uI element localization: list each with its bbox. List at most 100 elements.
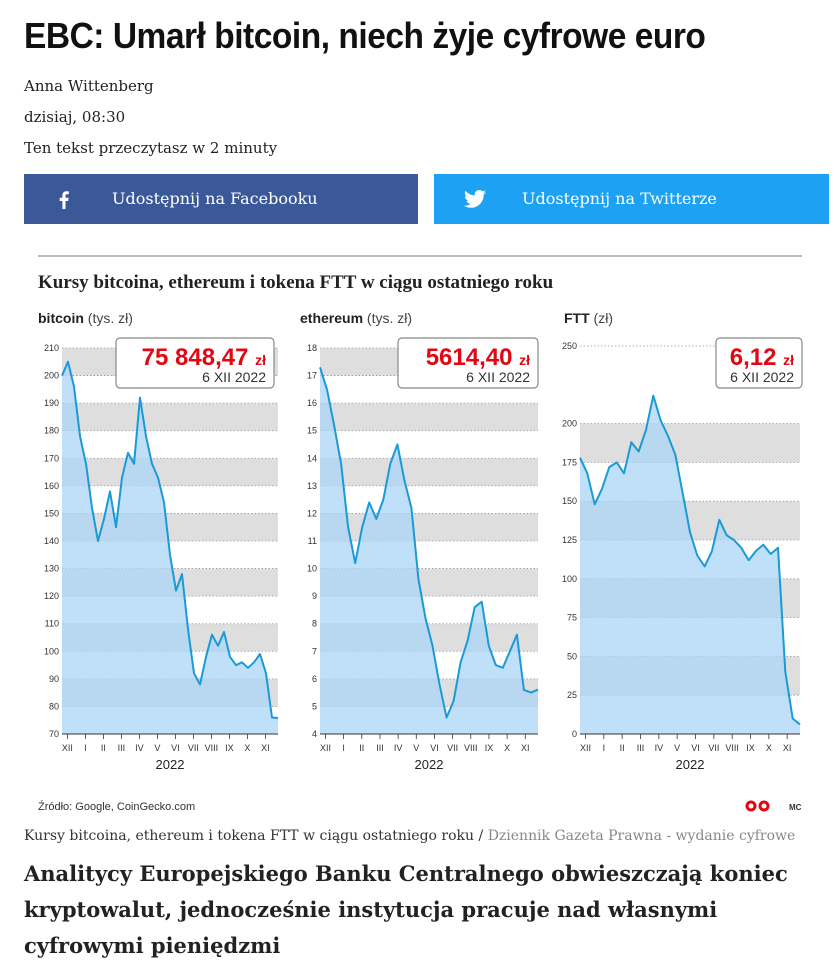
share-twitter-button[interactable]: Udostępnij na Twitterze	[434, 174, 829, 224]
y-tick-label: 0	[572, 729, 577, 739]
share-twitter-label: Udostępnij na Twitterze	[522, 189, 717, 208]
article-date: dzisiaj, 08:30	[24, 108, 126, 126]
y-tick-label: 15	[307, 426, 317, 436]
y-tick-label: 80	[49, 701, 59, 711]
chart-band	[320, 513, 538, 541]
current-value: 75 848,47 zł	[142, 344, 266, 371]
x-tick-label: VI	[171, 743, 180, 753]
chart-ftt: 0255075100125150175200250XII I II III IV V VI V…	[562, 310, 803, 772]
x-tick-label: I	[603, 743, 606, 753]
y-tick-label: 6	[312, 674, 317, 684]
y-tick-label: 5	[312, 701, 317, 711]
x-tick-label: XI	[783, 743, 792, 753]
chart-ethereum: 456789101112131415161718XII I II III IV V VI VI…	[300, 310, 539, 772]
x-tick-label: VII	[447, 743, 458, 753]
x-tick-label: II	[359, 743, 364, 753]
y-tick-label: 100	[44, 646, 59, 656]
y-tick-label: 190	[44, 398, 59, 408]
y-tick-label: 9	[312, 591, 317, 601]
x-tick-label: IX	[746, 743, 755, 753]
x-tick-label: III	[118, 743, 126, 753]
y-tick-label: 13	[307, 481, 317, 491]
x-tick-label: V	[674, 743, 680, 753]
x-tick-label: IV	[655, 743, 664, 753]
y-tick-label: 125	[562, 535, 577, 545]
x-tick-label: VIII	[205, 743, 219, 753]
y-tick-label: 10	[307, 564, 317, 574]
current-value-date: 6 XII 2022	[202, 369, 266, 385]
twitter-icon	[462, 187, 486, 211]
x-tick-label: VI	[691, 743, 700, 753]
chart-band	[320, 485, 538, 514]
chart-band	[320, 430, 538, 459]
article-title: EBC: Umarł bitcoin, niech żyje cyfrowe e…	[24, 15, 706, 56]
y-tick-label: 150	[562, 496, 577, 506]
chart-label: ethereum (tys. zł)	[300, 310, 412, 326]
chart-band	[62, 403, 278, 431]
y-tick-label: 200	[44, 371, 59, 381]
figure-source: Źródło: Google, CoinGecko.com	[38, 800, 195, 813]
x-year-label: 2022	[415, 757, 444, 772]
figure-caption-separator: /	[474, 828, 488, 844]
x-tick-label: II	[620, 743, 625, 753]
article-author[interactable]: Anna Wittenberg	[24, 77, 154, 95]
figure-title: Kursy bitcoina, ethereum i tokena FTT w …	[38, 272, 554, 293]
x-tick-label: IV	[394, 743, 403, 753]
x-tick-label: XII	[580, 743, 591, 753]
y-tick-label: 11	[308, 536, 317, 546]
y-tick-label: 16	[307, 398, 317, 408]
chart-band	[62, 458, 278, 486]
current-value: 5614,40 zł	[426, 344, 530, 371]
current-value-date: 6 XII 2022	[466, 369, 530, 385]
y-tick-label: 12	[307, 508, 317, 518]
y-tick-label: 110	[45, 619, 59, 629]
facebook-icon	[52, 187, 76, 211]
x-year-label: 2022	[676, 757, 705, 772]
y-tick-label: 8	[312, 619, 317, 629]
chart-label: bitcoin (tys. zł)	[38, 310, 133, 326]
x-tick-label: VII	[708, 743, 719, 753]
figure-caption-source[interactable]: Dziennik Gazeta Prawna - wydanie cyfrowe	[488, 828, 796, 844]
share-facebook-button[interactable]: Udostępnij na Facebooku	[24, 174, 418, 224]
y-tick-label: 130	[44, 564, 59, 574]
x-tick-label: VIII	[725, 743, 739, 753]
reading-time: Ten tekst przeczytasz w 2 minuty	[24, 139, 278, 157]
x-tick-label: X	[766, 743, 772, 753]
y-tick-label: 140	[44, 536, 59, 546]
x-year-label: 2022	[156, 757, 185, 772]
y-tick-label: 17	[307, 371, 317, 381]
figure-caption: Kursy bitcoina, ethereum i tokena FTT w …	[24, 828, 795, 844]
y-tick-label: 210	[44, 343, 59, 353]
y-tick-label: 150	[44, 508, 59, 518]
y-tick-label: 250	[562, 341, 577, 351]
publisher-logo-icon	[745, 800, 770, 812]
x-tick-label: VII	[188, 743, 199, 753]
y-tick-label: 14	[307, 453, 317, 463]
chart-band	[320, 458, 538, 486]
share-facebook-label: Udostępnij na Facebooku	[112, 189, 318, 208]
x-tick-label: XI	[261, 743, 270, 753]
x-tick-label: IX	[225, 743, 234, 753]
x-tick-label: VI	[430, 743, 439, 753]
x-tick-label: XII	[320, 743, 331, 753]
x-tick-label: V	[413, 743, 419, 753]
x-tick-label: I	[342, 743, 345, 753]
y-tick-label: 7	[312, 646, 317, 656]
chart-band	[62, 485, 278, 514]
y-tick-label: 175	[562, 457, 577, 467]
x-tick-label: VIII	[464, 743, 478, 753]
x-tick-label: XII	[62, 743, 73, 753]
article-lead: Analitycy Europejskiego Banku Centralneg…	[24, 861, 788, 958]
y-tick-label: 18	[307, 343, 317, 353]
x-tick-label: III	[637, 743, 645, 753]
y-tick-label: 25	[567, 690, 577, 700]
current-value-date: 6 XII 2022	[730, 369, 794, 385]
x-tick-label: X	[244, 743, 250, 753]
chart-band	[580, 423, 800, 463]
figure-caption-text: Kursy bitcoina, ethereum i tokena FTT w …	[24, 828, 475, 844]
x-tick-label: I	[84, 743, 87, 753]
chart-band	[62, 430, 278, 459]
x-tick-label: X	[504, 743, 510, 753]
y-tick-label: 50	[567, 651, 577, 661]
y-tick-label: 75	[567, 613, 577, 623]
